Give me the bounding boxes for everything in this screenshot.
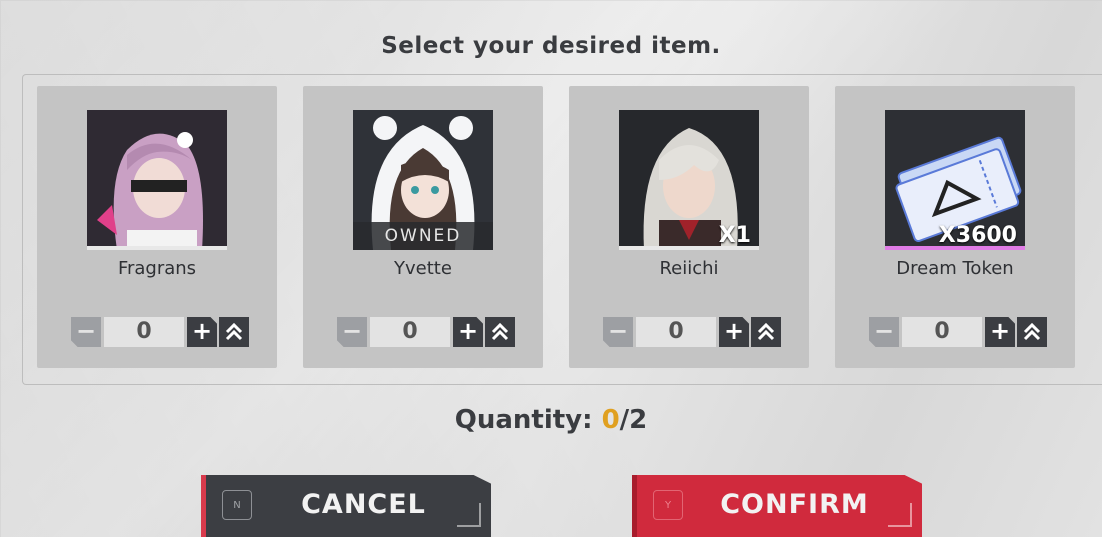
- quantity-stepper: − 0 +: [603, 317, 781, 349]
- minus-button[interactable]: −: [869, 317, 899, 347]
- rarity-strip: [87, 246, 227, 250]
- double-chevron-up-icon: [757, 322, 775, 341]
- quantity-label: Quantity:: [454, 405, 593, 435]
- minus-button[interactable]: −: [71, 317, 101, 347]
- item-name: Dream Token: [896, 258, 1014, 279]
- quantity-current: 0: [601, 405, 620, 435]
- corner-deco-icon: [457, 503, 481, 527]
- item-portrait: OWNED: [353, 110, 493, 250]
- item-card-reiichi[interactable]: X1 Reiichi − 0 +: [569, 86, 809, 368]
- minus-button[interactable]: −: [603, 317, 633, 347]
- plus-button[interactable]: +: [453, 317, 483, 347]
- plus-button[interactable]: +: [187, 317, 217, 347]
- quantity-max: /2: [619, 405, 648, 435]
- item-card-fragrans[interactable]: Fragrans − 0 +: [37, 86, 277, 368]
- double-chevron-up-icon: [491, 322, 509, 341]
- cancel-label: CANCEL: [301, 489, 426, 520]
- quantity-value: 0: [370, 317, 450, 347]
- item-card-yvette[interactable]: OWNED Yvette − 0 +: [303, 86, 543, 368]
- quantity-stepper: − 0 +: [337, 317, 515, 349]
- minus-button[interactable]: −: [337, 317, 367, 347]
- max-button[interactable]: [1017, 317, 1047, 347]
- quantity-summary: Quantity: 0/2: [0, 405, 1102, 435]
- max-button[interactable]: [485, 317, 515, 347]
- plus-button[interactable]: +: [985, 317, 1015, 347]
- owned-label: OWNED: [353, 222, 493, 250]
- page-title: Select your desired item.: [381, 33, 721, 59]
- confirm-label: CONFIRM: [720, 489, 869, 520]
- quantity-stepper: − 0 +: [71, 317, 249, 349]
- quantity-value: 0: [902, 317, 982, 347]
- item-name: Fragrans: [117, 258, 197, 279]
- item-portrait: [87, 110, 227, 250]
- double-chevron-up-icon: [1023, 322, 1041, 341]
- item-name: Reiichi: [659, 258, 719, 279]
- confirm-button[interactable]: Y CONFIRM: [632, 475, 922, 537]
- quantity-value: 0: [636, 317, 716, 347]
- max-button[interactable]: [751, 317, 781, 347]
- item-portrait: X3600: [885, 110, 1025, 250]
- fragrans-portrait-art: [87, 110, 227, 250]
- quantity-stepper: − 0 +: [869, 317, 1047, 349]
- plus-button[interactable]: +: [719, 317, 749, 347]
- item-card-dream-token[interactable]: X3600 Dream Token − 0 +: [835, 86, 1075, 368]
- quantity-value: 0: [104, 317, 184, 347]
- max-button[interactable]: [219, 317, 249, 347]
- quantity-badge: X1: [718, 223, 751, 248]
- item-name: Yvette: [394, 258, 452, 279]
- corner-deco-icon: [888, 503, 912, 527]
- item-portrait: X1: [619, 110, 759, 250]
- cancel-button[interactable]: N CANCEL: [201, 475, 491, 537]
- quantity-badge: X3600: [938, 223, 1017, 248]
- double-chevron-up-icon: [225, 322, 243, 341]
